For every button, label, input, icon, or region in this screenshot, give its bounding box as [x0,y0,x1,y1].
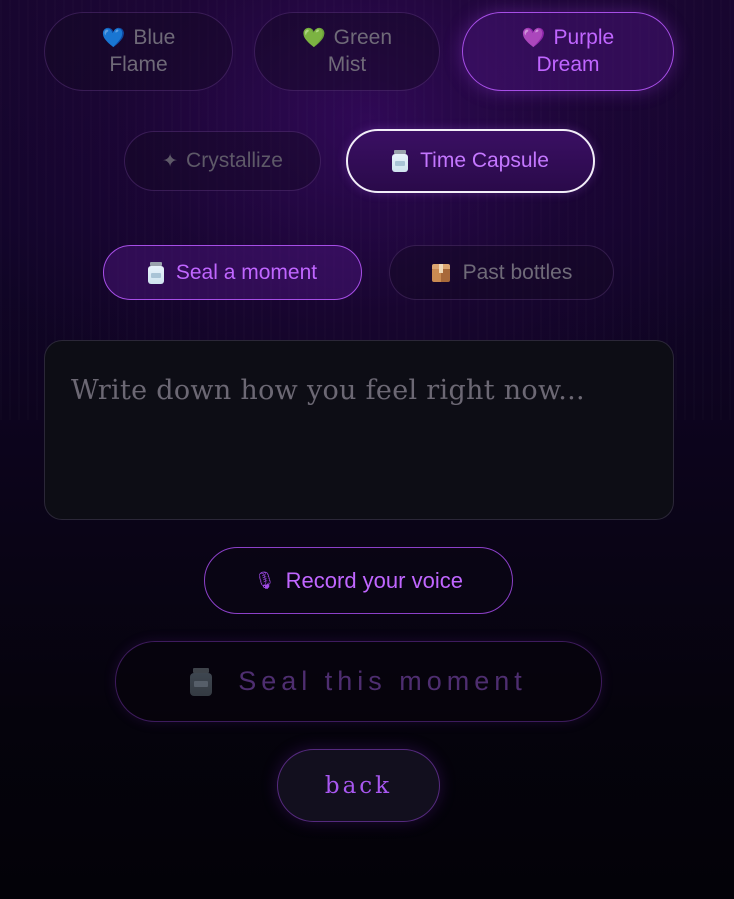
mode-crystallize-button[interactable]: ✦ Crystallize [124,131,321,191]
theme-label-line2: Dream [536,53,600,76]
theme-purple-dream-button[interactable]: 💜 Purple Dream [462,12,674,91]
record-voice-button[interactable]: 🎙 Record your voice [204,547,513,614]
blue-heart-icon: 💙 [101,28,126,49]
feeling-textarea[interactable] [44,340,674,520]
tab-label: Past bottles [462,260,573,284]
tab-seal-a-moment[interactable]: Seal a moment [103,245,362,300]
seal-this-moment-button[interactable]: Seal this moment [115,641,602,722]
jar-icon [190,667,213,696]
theme-label-line1: Green [333,26,393,49]
theme-label-line1: Purple [553,26,615,49]
back-label: back [324,772,393,799]
purple-heart-icon: 💜 [521,28,546,49]
seal-moment-label: Seal this moment [238,666,527,696]
tab-past-bottles[interactable]: Past bottles [389,245,614,300]
jar-icon [147,261,164,284]
green-heart-icon: 💚 [301,28,326,49]
mode-time-capsule-button[interactable]: Time Capsule [346,129,595,193]
back-button[interactable]: back [277,749,440,822]
jar-icon [392,150,409,172]
theme-green-mist-button[interactable]: 💚 Green Mist [254,12,440,91]
theme-label-line1: Blue [133,26,176,49]
record-voice-label: Record your voice [285,567,463,593]
tab-label: Seal a moment [175,260,318,284]
mode-label: Time Capsule [420,149,549,172]
microphone-icon: 🎙 [254,570,276,590]
sparkle-icon: ✦ [162,150,179,172]
mode-label: Crystallize [186,149,283,172]
package-icon [431,263,451,283]
theme-label-line2: Mist [327,53,367,76]
theme-blue-flame-button[interactable]: 💙 Blue Flame [44,12,233,91]
theme-label-line2: Flame [109,53,168,76]
